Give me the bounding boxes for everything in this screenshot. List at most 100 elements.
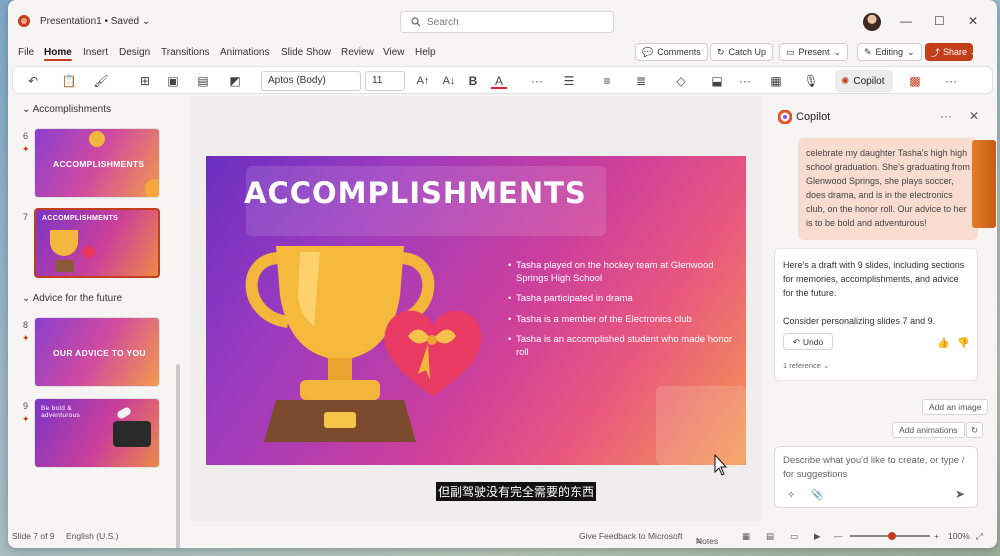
minimize-icon[interactable]: — [900,14,912,28]
user-avatar[interactable] [863,13,881,31]
slide-thumbnail-8[interactable]: OUR ADVICE TO YOU [34,317,160,387]
slide-bullets[interactable]: Tasha played on the hockey team at Glenw… [508,260,733,367]
slide-number: 7 [23,212,29,222]
chevron-down-icon: ⌄ [833,46,842,57]
zoom-slider-thumb[interactable] [888,532,896,540]
thumbs-up-icon[interactable]: 👍 [937,337,949,351]
close-icon[interactable]: ✕ [969,109,979,123]
title-bar: Presentation1 • Saved ⌄ Search — ☐ ✕ [8,0,997,40]
copilot-prompt-input[interactable]: Describe what you'd like to create, or t… [774,446,978,508]
bold-icon[interactable]: B [465,73,481,89]
designer-ideas-icon[interactable]: ▩ [907,73,923,89]
slideshow-view-icon[interactable]: ▶ [814,531,821,542]
slide-thumbnail-7[interactable]: ACCOMPLISHMENTS [34,208,160,278]
decrease-font-icon[interactable]: A↓ [441,73,457,89]
more-icon[interactable]: ··· [737,73,753,89]
copilot-ribbon-button[interactable]: ✺ Copilot [835,70,893,92]
video-subtitle: 但副驾驶没有完全需要的东西 [436,482,597,501]
slide-title[interactable]: ACCOMPLISHMENTS [244,176,587,210]
new-slide-icon[interactable]: ⊞ [137,73,153,89]
menu-home[interactable]: Home [44,47,72,58]
format-painter-icon[interactable]: 🖌 [93,73,109,89]
copilot-pane: Copilot ··· ✕ celebrate my daughter Tash… [764,96,992,521]
normal-view-icon[interactable]: ▦ [742,531,750,542]
thumbnail-title: ACCOMPLISHMENTS [53,159,145,169]
section-advice[interactable]: ⌄ Advice for the future [22,293,122,304]
align-icon[interactable]: ≣ [633,73,649,89]
comment-icon: 💬 [642,46,654,57]
menu-animations[interactable]: Animations [220,47,269,58]
send-icon[interactable]: ➤ [955,487,965,501]
search-placeholder: Search [427,16,459,28]
zoom-level[interactable]: 100% [948,531,970,541]
menu-file[interactable]: File [18,47,34,58]
menu-review[interactable]: Review [341,47,374,58]
arrange-icon[interactable]: ⬓ [709,73,725,89]
share-label: Share [943,47,968,57]
more-commands-icon[interactable]: ··· [943,73,959,89]
attach-icon[interactable]: 📎 [811,489,823,503]
document-name[interactable]: Presentation1 • Saved ⌄ [40,16,150,27]
undo-button[interactable]: ↶ Undo [783,333,833,350]
thumbnail-title: Be bold & adventurous [41,405,81,419]
share-button[interactable]: ⤴ Share ⌄ [925,43,978,61]
paste-icon[interactable]: 📋 [61,73,77,89]
catch-up-button[interactable]: ↻ Catch Up [710,43,774,61]
section-accomplishments[interactable]: ⌄ Accomplishments [22,104,111,115]
zoom-out-icon[interactable]: — [834,531,843,541]
font-color-icon[interactable]: A [491,73,507,89]
reuse-slide-icon[interactable]: ▣ [165,73,181,89]
comments-button[interactable]: 💬 Comments [635,43,708,61]
dictate-icon[interactable]: 🎙 [803,73,819,89]
refresh-icon[interactable]: ↻ [966,422,984,438]
language-status[interactable]: English (U.S.) [66,531,118,541]
slide-thumbnail-6[interactable]: ACCOMPLISHMENTS [34,128,160,198]
current-slide[interactable]: ACCOMPLISHMENTS Tasha played on the hock… [206,156,746,465]
layout-icon[interactable]: ▤ [195,73,211,89]
copilot-title: Copilot [796,111,831,123]
maximize-icon[interactable]: ☐ [934,14,945,28]
reading-view-icon[interactable]: ▭ [790,531,798,542]
editing-mode-button[interactable]: ✎ Editing ⌄ [857,43,922,61]
sparkle-prompt-icon[interactable]: ✧ [787,489,795,503]
editing-label: Editing [875,47,904,57]
bullet-item: Tasha played on the hockey team at Glenw… [508,260,733,285]
sorter-view-icon[interactable]: ▤ [766,531,774,542]
fit-slide-icon[interactable]: ⤢ [976,531,983,542]
close-window-icon[interactable]: ✕ [968,14,978,28]
numbering-icon[interactable]: ≡ [599,73,615,89]
font-size-select[interactable]: 11 [365,71,405,91]
slide-thumbnails-panel: ⌄ Accomplishments 6 ✦ ACCOMPLISHMENTS 7 … [8,96,188,548]
menu-design[interactable]: Design [119,47,150,58]
reset-icon[interactable]: ◩ [227,73,243,89]
menu-slide-show[interactable]: Slide Show [281,47,331,58]
shapes-icon[interactable]: ◇ [673,73,689,89]
slide-thumbnail-9[interactable]: Be bold & adventurous [34,398,160,468]
more-options-icon[interactable]: ··· [529,73,545,89]
menu-insert[interactable]: Insert [83,47,108,58]
designer-icon[interactable]: ▦ [768,73,784,89]
add-image-button[interactable]: Add an image [922,399,989,415]
thumbnail-title: OUR ADVICE TO YOU [53,348,146,358]
search-box[interactable]: Search [400,11,614,33]
more-options-icon[interactable]: ··· [940,109,952,123]
thumbnail-scrollbar[interactable] [176,364,180,548]
zoom-in-icon[interactable]: + [934,531,939,541]
undo-icon: ↶ [792,336,800,347]
menu-transitions[interactable]: Transitions [161,47,210,58]
increase-font-icon[interactable]: A↑ [415,73,431,89]
menu-help[interactable]: Help [415,47,436,58]
bullets-icon[interactable]: ☰ [561,73,577,89]
reference-link[interactable]: 1 reference ⌄ [783,359,829,373]
heart-icon [82,246,96,258]
undo-icon[interactable]: ↶ [25,73,41,89]
thumbs-down-icon[interactable]: 👎 [957,337,969,351]
sparkle-icon: ✦ [22,414,30,424]
zoom-slider[interactable] [850,532,930,540]
font-family-select[interactable]: Aptos (Body) [261,71,361,91]
feedback-link[interactable]: Give Feedback to Microsoft [579,531,682,541]
catch-up-icon: ↻ [717,46,725,57]
menu-view[interactable]: View [383,47,405,58]
add-animations-button[interactable]: Add animations [892,422,965,438]
present-button[interactable]: ▭ Present ⌄ [779,43,849,61]
